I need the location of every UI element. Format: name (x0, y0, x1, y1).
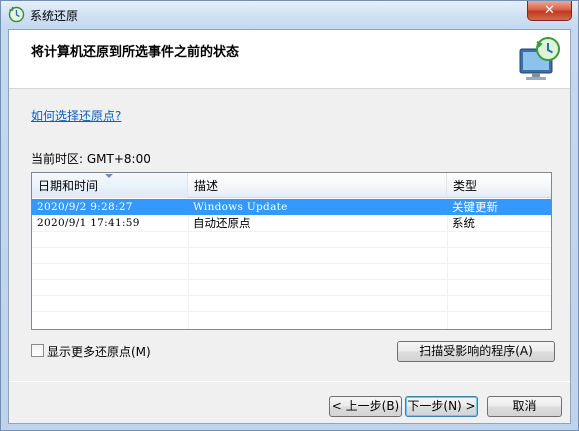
cell-description: Windows Update (193, 201, 288, 213)
system-restore-window: 系统还原 ✕ 将计算机还原到所选事件之前的状态 如何选择还原点? 当前时区: G… (0, 0, 579, 431)
sort-arrow-icon (105, 174, 113, 178)
page-title: 将计算机还原到所选事件之前的状态 (31, 45, 240, 60)
cell-description: 自动还原点 (193, 216, 251, 230)
column-header-datetime[interactable]: 日期和时间 (32, 173, 188, 198)
back-button[interactable]: < 上一步(B) (329, 396, 402, 417)
footer-divider (9, 381, 570, 382)
column-header-label: 描述 (194, 179, 219, 193)
show-more-label: 显示更多还原点(M) (47, 345, 151, 359)
scan-affected-programs-button[interactable]: 扫描受影响的程序(A) (397, 341, 555, 362)
column-header-label: 类型 (453, 179, 478, 193)
dialog-header: 将计算机还原到所选事件之前的状态 (9, 30, 570, 89)
row-divider (32, 279, 551, 280)
title-bar[interactable]: 系统还原 ✕ (1, 1, 578, 29)
dialog-client-area: 将计算机还原到所选事件之前的状态 如何选择还原点? 当前时区: GMT+8:00… (8, 29, 571, 424)
row-divider (32, 231, 551, 232)
row-divider (32, 263, 551, 264)
row-divider (32, 247, 551, 248)
column-header-description[interactable]: 描述 (188, 173, 447, 198)
column-header-type[interactable]: 类型 (447, 173, 551, 198)
cell-datetime: 2020/9/2 9:28:27 (37, 201, 133, 213)
window-title: 系统还原 (30, 9, 79, 23)
restore-point-list[interactable]: 日期和时间 描述 类型 2020/9/2 9:28:27 Windows Upd… (31, 172, 552, 330)
table-row[interactable]: 2020/9/1 17:41:59 自动还原点 系统 (32, 215, 551, 231)
cancel-button[interactable]: 取消 (487, 396, 562, 417)
row-divider (32, 311, 551, 312)
monitor-restore-icon (519, 37, 560, 80)
cell-type: 关键更新 (452, 200, 498, 214)
cell-datetime: 2020/9/1 17:41:59 (37, 217, 140, 229)
cell-type: 系统 (452, 216, 475, 230)
close-button[interactable]: ✕ (527, 1, 572, 21)
column-header-label: 日期和时间 (38, 179, 99, 193)
list-header: 日期和时间 描述 类型 (32, 173, 551, 198)
table-row[interactable]: 2020/9/2 9:28:27 Windows Update 关键更新 (32, 199, 551, 215)
row-divider (32, 295, 551, 296)
timezone-label: 当前时区: GMT+8:00 (31, 152, 151, 166)
system-restore-icon (8, 6, 25, 23)
next-button[interactable]: 下一步(N) > (405, 396, 478, 417)
show-more-checkbox[interactable] (31, 344, 44, 357)
help-link[interactable]: 如何选择还原点? (31, 107, 121, 124)
